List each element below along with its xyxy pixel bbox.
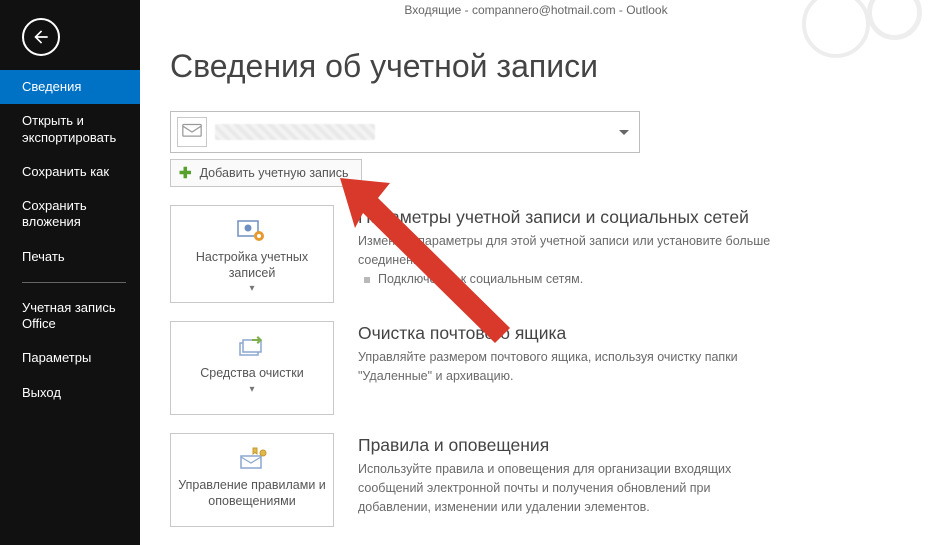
section-settings-title: Параметры учетной записи и социальных се… (358, 207, 778, 228)
add-account-button[interactable]: ✚ Добавить учетную запись (170, 159, 362, 187)
sidebar-item-saveatt[interactable]: Сохранить вложения (0, 189, 140, 240)
sidebar-separator (22, 282, 126, 283)
chevron-down-icon (619, 130, 629, 135)
tile-account-settings-label: Настройка учетных записей (177, 250, 327, 281)
window-title: Входящие - compannero@hotmail.com - Outl… (140, 0, 932, 22)
account-selector[interactable] (170, 111, 640, 153)
add-account-label: Добавить учетную запись (200, 166, 349, 180)
sidebar-item-saveas[interactable]: Сохранить как (0, 155, 140, 189)
tile-cleanup-chevron: ▾ (249, 384, 254, 395)
sidebar-item-office[interactable]: Учетная запись Office (0, 291, 140, 342)
tile-rules-label: Управление правилами и оповещениями (177, 478, 327, 509)
cleanup-icon (235, 332, 269, 362)
main-pane: Сведения об учетной записи ✚ Добавить уч… (170, 48, 912, 545)
tile-account-settings[interactable]: Настройка учетных записей ▾ (170, 205, 334, 303)
tile-cleanup-label: Средства очистки (200, 366, 303, 382)
section-settings-sub: Подключение к социальным сетям. (358, 272, 778, 286)
tile-rules-alerts[interactable]: Управление правилами и оповещениями (170, 433, 334, 527)
arrow-left-icon (31, 27, 51, 47)
sidebar-item-options[interactable]: Параметры (0, 341, 140, 375)
back-button[interactable] (22, 18, 60, 56)
account-current-label (215, 124, 375, 140)
section-cleanup-desc: Управляйте размером почтового ящика, исп… (358, 348, 778, 386)
sidebar-item-print[interactable]: Печать (0, 240, 140, 274)
sidebar-item-open[interactable]: Открыть и экспортировать (0, 104, 140, 155)
sidebar-item-exit[interactable]: Выход (0, 376, 140, 410)
sidebar-item-info[interactable]: Сведения (0, 70, 140, 104)
section-rules-title: Правила и оповещения (358, 435, 778, 456)
tile-cleanup-tools[interactable]: Средства очистки ▾ (170, 321, 334, 415)
page-heading: Сведения об учетной записи (170, 48, 912, 85)
plus-icon: ✚ (179, 166, 192, 181)
account-icon (177, 117, 207, 147)
section-settings-desc: Измените параметры для этой учетной запи… (358, 232, 778, 270)
file-sidebar: Сведения Открыть и экспортировать Сохран… (0, 0, 140, 545)
section-cleanup-title: Очистка почтового ящика (358, 323, 778, 344)
account-settings-icon (235, 216, 269, 246)
rules-icon (235, 444, 269, 474)
section-rules-desc: Используйте правила и оповещения для орг… (358, 460, 778, 516)
tile-account-settings-chevron: ▾ (249, 283, 254, 294)
